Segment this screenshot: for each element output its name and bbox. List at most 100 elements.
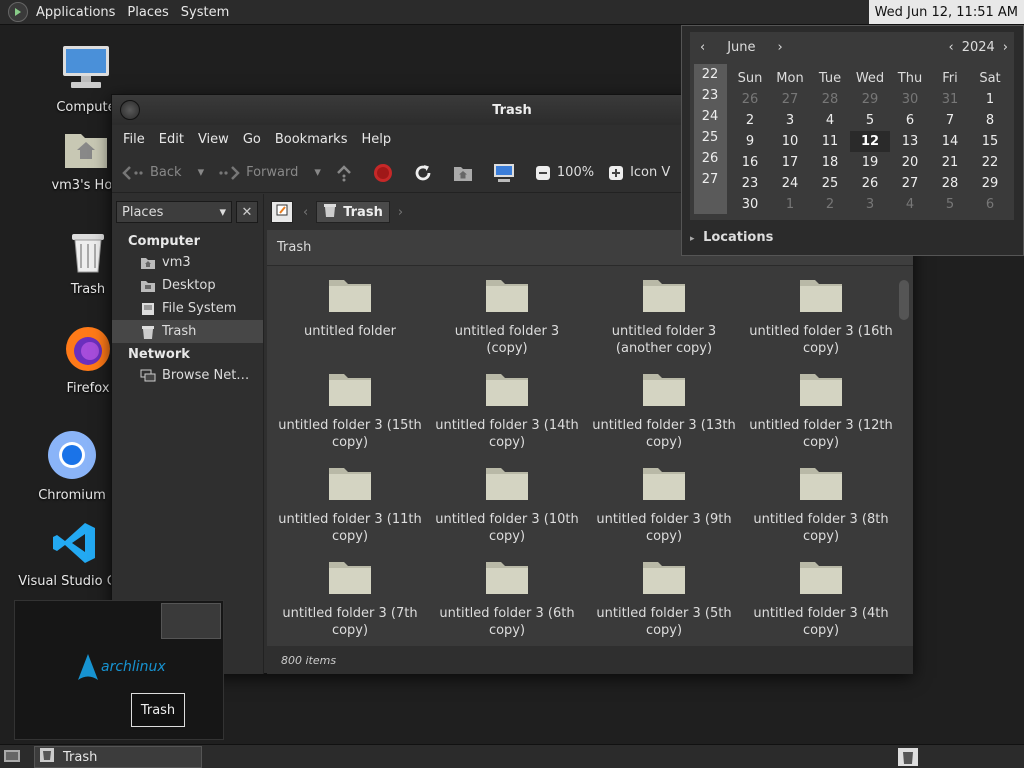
folder-item[interactable]: untitled folder 3 (13th copy) — [589, 370, 739, 451]
calendar-day[interactable]: 9 — [730, 131, 770, 152]
calendar-day[interactable]: 31 — [930, 89, 970, 110]
calendar-day[interactable]: 23 — [730, 173, 770, 194]
prev-month-button[interactable]: ‹ — [692, 40, 713, 55]
calendar-day[interactable]: 2 — [810, 194, 850, 215]
calendar-day[interactable]: 28 — [930, 173, 970, 194]
calendar-day[interactable]: 11 — [810, 131, 850, 152]
calendar-day[interactable]: 28 — [810, 89, 850, 110]
menu-view[interactable]: View — [191, 132, 236, 147]
path-left-arrow-icon[interactable]: ‹ — [303, 205, 308, 220]
calendar-day[interactable]: 27 — [890, 173, 930, 194]
vertical-scrollbar[interactable] — [899, 266, 909, 646]
folder-item[interactable]: untitled folder — [275, 276, 425, 340]
menu-file[interactable]: File — [116, 132, 152, 147]
calendar-day[interactable]: 18 — [810, 152, 850, 173]
menu-help[interactable]: Help — [354, 132, 398, 147]
desktop-icon-chromium[interactable]: Chromium — [24, 430, 120, 503]
toggle-location-button[interactable] — [271, 201, 293, 223]
calendar-day[interactable]: 15 — [970, 131, 1010, 152]
calendar-day[interactable]: 6 — [970, 194, 1010, 215]
zoom-out-button[interactable]: 100% — [535, 165, 594, 181]
clock[interactable]: Wed Jun 12, 11:51 AM — [868, 0, 1024, 24]
calendar-day[interactable]: 19 — [850, 152, 890, 173]
calendar-day[interactable]: 30 — [730, 194, 770, 215]
calendar-day[interactable]: 1 — [970, 89, 1010, 110]
computer-button[interactable] — [493, 163, 521, 183]
folder-item[interactable]: untitled folder 3 (4th copy) — [746, 558, 896, 639]
window-close-icon[interactable] — [120, 100, 140, 120]
folder-item[interactable]: untitled folder 3 (11th copy) — [275, 464, 425, 545]
sidebar-item-desktop[interactable]: Desktop — [112, 274, 263, 297]
sidebar-item-file-system[interactable]: File System — [112, 297, 263, 320]
calendar-day[interactable]: 8 — [970, 110, 1010, 131]
close-sidebar-button[interactable]: ✕ — [236, 201, 258, 223]
next-year-button[interactable]: › — [999, 40, 1012, 55]
sidebar-item-trash[interactable]: Trash — [112, 320, 263, 343]
breadcrumb-trash[interactable]: Trash — [316, 201, 390, 223]
folder-item[interactable]: untitled folder 3 (10th copy) — [432, 464, 582, 545]
folder-item[interactable]: untitled folder 3 (copy) — [432, 276, 582, 357]
reload-button[interactable] — [413, 163, 439, 183]
calendar-day[interactable]: 6 — [890, 110, 930, 131]
view-mode-button[interactable]: Icon V — [608, 165, 670, 181]
home-button[interactable] — [453, 164, 479, 182]
menu-applications[interactable]: Applications — [30, 5, 121, 20]
folder-item[interactable]: untitled folder 3 (14th copy) — [432, 370, 582, 451]
stop-button[interactable] — [373, 163, 399, 183]
back-dropdown-icon[interactable]: ▾ — [198, 165, 205, 180]
calendar-day[interactable]: 5 — [930, 194, 970, 215]
path-right-arrow-icon[interactable]: › — [398, 205, 403, 220]
calendar-day[interactable]: 25 — [810, 173, 850, 194]
calendar-day[interactable]: 4 — [890, 194, 930, 215]
trash-applet-icon[interactable] — [897, 747, 919, 768]
calendar-day[interactable]: 27 — [770, 89, 810, 110]
taskbar-item-trash[interactable]: Trash — [34, 746, 202, 768]
menu-go[interactable]: Go — [236, 132, 268, 147]
calendar-day[interactable]: 17 — [770, 152, 810, 173]
menu-places[interactable]: Places — [121, 5, 174, 20]
calendar-day[interactable]: 26 — [730, 89, 770, 110]
calendar-day[interactable]: 4 — [810, 110, 850, 131]
calendar-day[interactable]: 21 — [930, 152, 970, 173]
sidebar-item-vm3[interactable]: vm3 — [112, 251, 263, 274]
calendar-day[interactable]: 7 — [930, 110, 970, 131]
folder-item[interactable]: untitled folder 3 (5th copy) — [589, 558, 739, 639]
forward-dropdown-icon[interactable]: ▾ — [314, 165, 321, 180]
calendar-day[interactable]: 29 — [850, 89, 890, 110]
folder-item[interactable]: untitled folder 3 (15th copy) — [275, 370, 425, 451]
menu-bookmarks[interactable]: Bookmarks — [268, 132, 355, 147]
calendar-day[interactable]: 10 — [770, 131, 810, 152]
folder-item[interactable]: untitled folder 3 (another copy) — [589, 276, 739, 357]
back-button[interactable]: Back ▾ — [122, 165, 204, 181]
sidebar-item-browse-network[interactable]: Browse Net… — [112, 364, 263, 387]
calendar-day[interactable]: 14 — [930, 131, 970, 152]
calendar-day[interactable]: 3 — [770, 110, 810, 131]
scrollbar-thumb[interactable] — [899, 280, 909, 320]
show-desktop-icon[interactable] — [3, 748, 21, 768]
calendar-day[interactable]: 5 — [850, 110, 890, 131]
folder-item[interactable]: untitled folder 3 (8th copy) — [746, 464, 896, 545]
calendar-day[interactable]: 30 — [890, 89, 930, 110]
calendar-day[interactable]: 1 — [770, 194, 810, 215]
forward-button[interactable]: Forward ▾ — [218, 165, 321, 181]
folder-item[interactable]: untitled folder 3 (6th copy) — [432, 558, 582, 639]
up-button[interactable] — [335, 164, 359, 182]
menu-system[interactable]: System — [175, 5, 235, 20]
calendar-day[interactable]: 13 — [890, 131, 930, 152]
prev-year-button[interactable]: ‹ — [945, 40, 958, 55]
desktop-icon-vscode[interactable]: Visual Studio Co — [18, 520, 124, 589]
switcher-trash-button[interactable]: Trash — [131, 693, 185, 727]
calendar-day[interactable]: 2 — [730, 110, 770, 131]
calendar-day[interactable]: 29 — [970, 173, 1010, 194]
next-month-button[interactable]: › — [770, 40, 791, 55]
calendar-day[interactable]: 16 — [730, 152, 770, 173]
calendar-day[interactable]: 12 — [850, 131, 890, 152]
folder-item[interactable]: untitled folder 3 (12th copy) — [746, 370, 896, 451]
folder-item[interactable]: untitled folder 3 (16th copy) — [746, 276, 896, 357]
folder-item[interactable]: untitled folder 3 (7th copy) — [275, 558, 425, 639]
calendar-day[interactable]: 26 — [850, 173, 890, 194]
calendar-day[interactable]: 20 — [890, 152, 930, 173]
applications-logo-icon[interactable] — [8, 2, 28, 22]
folder-item[interactable]: untitled folder 3 (9th copy) — [589, 464, 739, 545]
calendar-day[interactable]: 22 — [970, 152, 1010, 173]
